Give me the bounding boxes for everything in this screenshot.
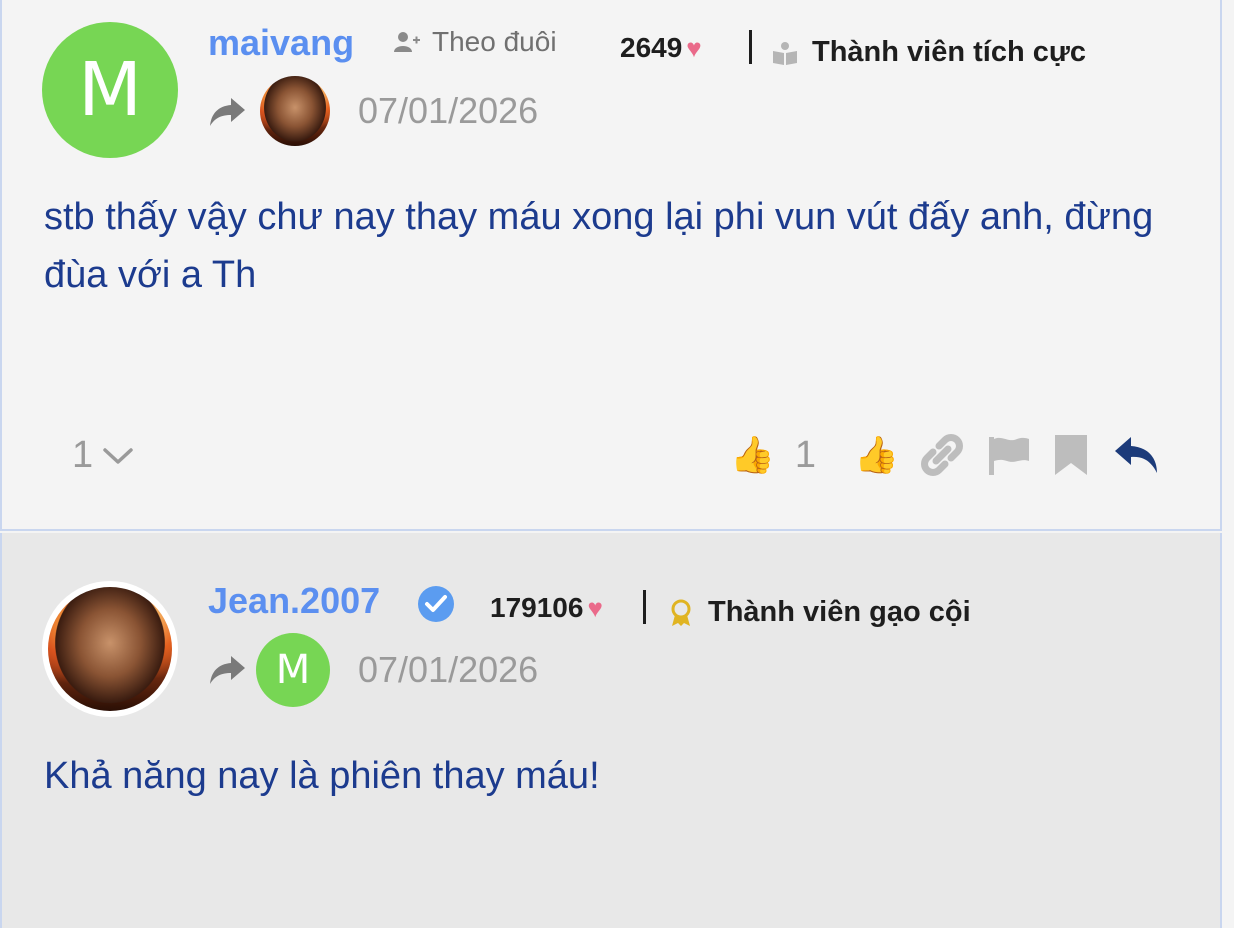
member-rank: Thành viên gạo cội — [668, 596, 971, 629]
points-value: 179106 — [490, 592, 584, 623]
reply-to-avatar[interactable]: M — [256, 633, 330, 707]
verified-badge-icon — [418, 586, 454, 622]
reply-toggle[interactable]: 1 — [72, 434, 133, 477]
book-icon — [773, 41, 797, 65]
points-count: 179106 ♥ — [490, 592, 603, 624]
rank-label: Thành viên tích cực — [812, 36, 1086, 68]
points-value: 2649 — [620, 32, 683, 63]
chevron-down-icon — [103, 447, 133, 464]
author-avatar[interactable] — [42, 581, 178, 717]
post-actions: 👍 1 👍 — [730, 432, 1161, 478]
post-jean2007: Jean.2007 179106 ♥ Thành viên gạo cội M … — [0, 533, 1222, 928]
post-date[interactable]: 07/01/2026 — [358, 90, 538, 132]
link-icon[interactable] — [919, 432, 965, 478]
heart-icon: ♥ — [686, 32, 702, 63]
reply-to-letter: M — [275, 647, 311, 693]
post-content: Khả năng nay là phiên thay máu! — [44, 755, 600, 797]
flag-icon[interactable] — [987, 433, 1031, 477]
like-button[interactable]: 👍 — [854, 434, 899, 476]
author-username[interactable]: maivang — [208, 22, 354, 64]
points-count: 2649 ♥ — [620, 32, 702, 64]
heart-icon: ♥ — [587, 592, 603, 623]
reply-to-avatar[interactable] — [260, 76, 330, 146]
divider — [643, 590, 646, 624]
add-user-icon — [394, 32, 420, 52]
follow-button[interactable]: Theo đuôi — [394, 26, 557, 58]
author-username[interactable]: Jean.2007 — [208, 580, 380, 622]
like-count[interactable]: 1 — [795, 434, 816, 477]
post-maivang: M maivang Theo đuôi 2649 ♥ Thành viên tí… — [0, 0, 1222, 531]
follow-label: Theo đuôi — [432, 26, 557, 57]
share-arrow-icon — [210, 98, 245, 126]
divider — [749, 30, 752, 64]
avatar-photo — [48, 587, 172, 711]
author-avatar[interactable]: M — [42, 22, 178, 158]
share-arrow-icon — [210, 656, 245, 684]
bookmark-icon[interactable] — [1053, 433, 1089, 477]
reply-icon[interactable] — [1113, 435, 1161, 475]
avatar-letter: M — [78, 47, 142, 133]
award-icon — [671, 599, 691, 626]
post-content: stb thấy vậy chư nay thay máu xong lại p… — [44, 196, 1154, 296]
member-rank: Thành viên tích cực — [772, 36, 1086, 69]
reply-count: 1 — [72, 434, 94, 476]
like-reaction-icon[interactable]: 👍 — [730, 434, 775, 476]
rank-label: Thành viên gạo cội — [708, 596, 971, 628]
post-date[interactable]: 07/01/2026 — [358, 649, 538, 691]
